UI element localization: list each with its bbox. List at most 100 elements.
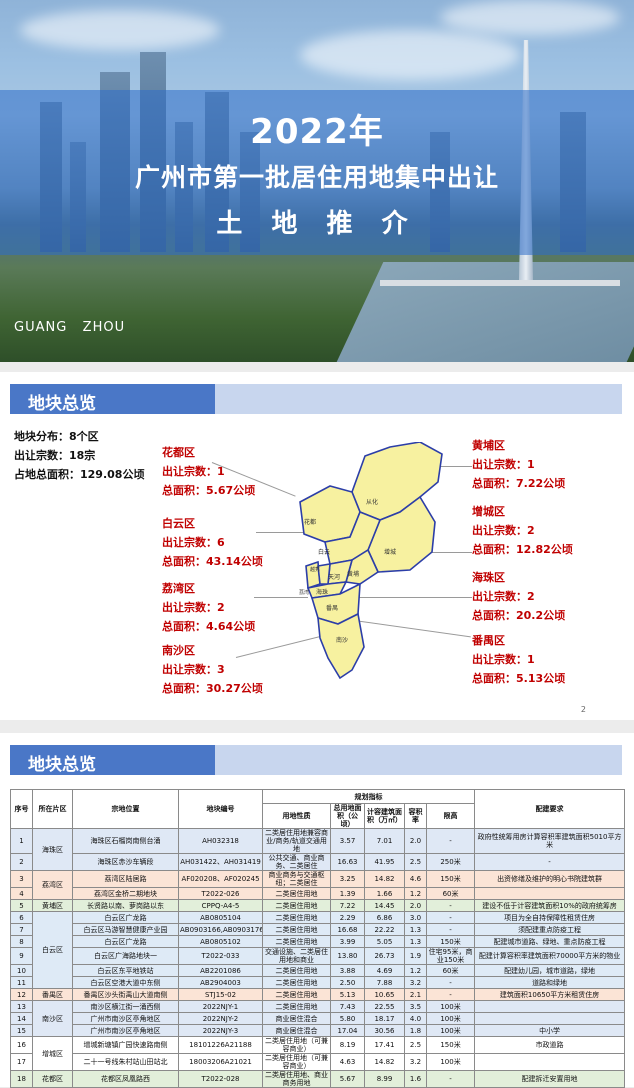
cell-location: 番禺区沙头街禹山大道南侧 — [72, 988, 179, 1001]
cell-req — [474, 1000, 626, 1013]
cell-req: 建设不低于计容建筑面积10%的政府统筹房 — [474, 899, 626, 912]
cell-gfa: 8.99 — [364, 1070, 405, 1088]
cell-area: 2.29 — [330, 911, 365, 924]
cell-req: 政府性统筹用房计算容积率建筑面积5010平方米 — [474, 828, 626, 854]
cell-code: AB2201086 — [178, 964, 263, 977]
cell-gfa: 5.05 — [364, 935, 405, 948]
cell-area: 2.50 — [330, 976, 365, 989]
cell-district: 番禺区 — [32, 988, 73, 1001]
bridge — [380, 280, 620, 286]
cell-seq: 3 — [10, 870, 33, 888]
cloud — [440, 0, 620, 35]
cell-code: AB0805104 — [178, 911, 263, 924]
cell-area: 17.04 — [330, 1024, 365, 1037]
col-header-far: 容积率 — [404, 803, 427, 829]
cell-far: 1.3 — [404, 935, 427, 948]
cell-use: 商业商务与交通枢纽；二类居住 — [262, 870, 331, 888]
cell-seq: 7 — [10, 923, 33, 936]
cell-code: T2022-028 — [178, 1070, 263, 1088]
cover-title: 广州市第一批居住用地集中出让 — [134, 163, 499, 192]
parcel-table: 序号 所在片区 宗地位置 地块编号 规划指标 配建要求 用地性质 总用地面积（公… — [10, 789, 626, 1088]
cell-far: 4.0 — [404, 1012, 427, 1025]
cell-seq: 2 — [10, 853, 33, 871]
cell-far: 2.5 — [404, 853, 427, 871]
district-area: 总面积：5.67公顷 — [162, 484, 256, 497]
cell-location: 海珠区赤沙车辆段 — [72, 853, 179, 871]
summary-total-area: 占地总面积：129.08公顷 — [14, 468, 145, 481]
cell-location: 荔湾区金桥二期地块 — [72, 887, 179, 900]
cell-height: 150米 — [425, 870, 476, 888]
cell-gfa: 1.66 — [364, 887, 405, 900]
cell-gfa: 7.88 — [364, 976, 405, 989]
district-area: 总面积：30.27公顷 — [162, 682, 263, 695]
map-label: 花都 — [304, 518, 316, 526]
table-row: 7 白云区马游智慧健康产业园 AB0903166,AB0903176 二类居住用地 16… — [10, 923, 626, 936]
col-header-seq: 序号 — [10, 789, 33, 829]
table-row: 14 广州市南沙区亭角地区 2022NJY-2 商业居住混合 5.80 18.17 4.0 1… — [10, 1012, 626, 1025]
cell-seq: 1 — [10, 828, 33, 854]
cell-location: 白云区东平地铁站 — [72, 964, 179, 977]
cell-use: 二类居住用地 — [262, 976, 331, 989]
cell-gfa: 10.65 — [364, 988, 405, 1001]
cell-code: AB0805102 — [178, 935, 263, 948]
district-info-nansha: 南沙区 出让宗数：3 总面积：30.27公顷 — [162, 641, 263, 698]
district-area: 总面积：7.22公顷 — [472, 477, 566, 490]
cell-code: AB0903166,AB0903176 — [178, 923, 263, 936]
cell-area: 7.43 — [330, 1000, 365, 1013]
cover-subtitle: 土 地 推 介 — [216, 209, 418, 239]
cell-height: - — [425, 923, 476, 936]
col-header-code: 地块编号 — [178, 789, 263, 829]
cell-height: 250米 — [425, 853, 476, 871]
cell-use: 二类居住用地 — [262, 887, 331, 900]
table-row: 1 海珠区 海珠区石榴岗南侧台涌 AH032318 二类居住用地兼容商业/商务/轨道交通… — [10, 828, 626, 871]
cell-far: 1.2 — [404, 887, 427, 900]
cell-code: 18003206A21021 — [178, 1053, 263, 1071]
cell-location: 长贤路以南、萝岗路以东 — [72, 899, 179, 912]
cell-use: 交通设施、二类居住用地和商业 — [262, 947, 331, 965]
cell-use: 二类居住用地 — [262, 964, 331, 977]
cell-seq: 16 — [10, 1036, 33, 1054]
cell-far: 4.6 — [404, 870, 427, 888]
table-row: 2 海珠区赤沙车辆段 AH031422、AH031419 公共交通、商业商务、二类居住… — [10, 853, 626, 871]
map-label: 番禺 — [326, 605, 338, 612]
cell-location: 白云区马游智慧健康产业园 — [72, 923, 179, 936]
cell-area: 1.39 — [330, 887, 365, 900]
cell-gfa: 26.73 — [364, 947, 405, 965]
district-count: 出让宗数：3 — [162, 663, 225, 676]
cell-req: 建筑面积10650平方米租赁住房 — [474, 988, 626, 1001]
district-info-zengcheng: 增城区 出让宗数：2 总面积：12.82公顷 — [472, 502, 573, 559]
district-info-huangpu: 黄埔区 出让宗数：1 总面积：7.22公顷 — [472, 436, 565, 493]
district-count: 出让宗数：1 — [472, 653, 535, 666]
col-header-use: 用地性质 — [262, 803, 331, 829]
cell-area: 5.13 — [330, 988, 365, 1001]
cell-gfa: 7.01 — [364, 828, 405, 854]
cell-area: 3.88 — [330, 964, 365, 977]
cell-code: STJ15-02 — [178, 988, 263, 1001]
district-name: 白云区 — [162, 517, 195, 530]
district-name: 南沙区 — [162, 644, 195, 657]
cell-far: 1.2 — [404, 964, 427, 977]
table-row: 12 番禺区 番禺区沙头街禹山大道南侧 STJ15-02 二类居住用地 5.13 10.65… — [10, 988, 626, 1001]
district-name: 番禺区 — [472, 634, 505, 647]
cell-seq: 14 — [10, 1012, 33, 1025]
cell-use: 二类居住用地 — [262, 935, 331, 948]
table-row: 11 白云区空港大道中东侧 AB2904003 二类居住用地 2.50 7.88 3.2- 道… — [10, 976, 626, 989]
district-name: 增城区 — [472, 505, 505, 518]
cell-gfa: 22.55 — [364, 1000, 405, 1013]
cover-year: 2022年 — [250, 112, 384, 152]
page-number: 2 — [580, 705, 586, 714]
cell-location: 白云区广龙路 — [72, 911, 179, 924]
cell-gfa: 14.45 — [364, 899, 405, 912]
cell-code: AB2904003 — [178, 976, 263, 989]
cell-code: CPPQ-A4-5 — [178, 899, 263, 912]
district-info-baiyun: 白云区 出让宗数：6 总面积：43.14公顷 — [162, 514, 263, 571]
cell-far: 1.8 — [404, 1024, 427, 1037]
overview-slide: 地块总览 地块分布：8个区 出让宗数：18宗 占地总面积：129.08公顷 花都… — [0, 372, 634, 720]
district-count: 出让宗数：6 — [162, 536, 225, 549]
cell-req: 市政道路 — [474, 1036, 626, 1054]
district-area: 总面积：12.82公顷 — [472, 543, 573, 556]
district-count: 出让宗数：2 — [472, 524, 535, 537]
cell-req: 中小学 — [474, 1024, 626, 1037]
district-info-liwan: 荔湾区 出让宗数：2 总面积：4.64公顷 — [162, 579, 255, 636]
cell-gfa: 14.82 — [364, 1053, 405, 1071]
